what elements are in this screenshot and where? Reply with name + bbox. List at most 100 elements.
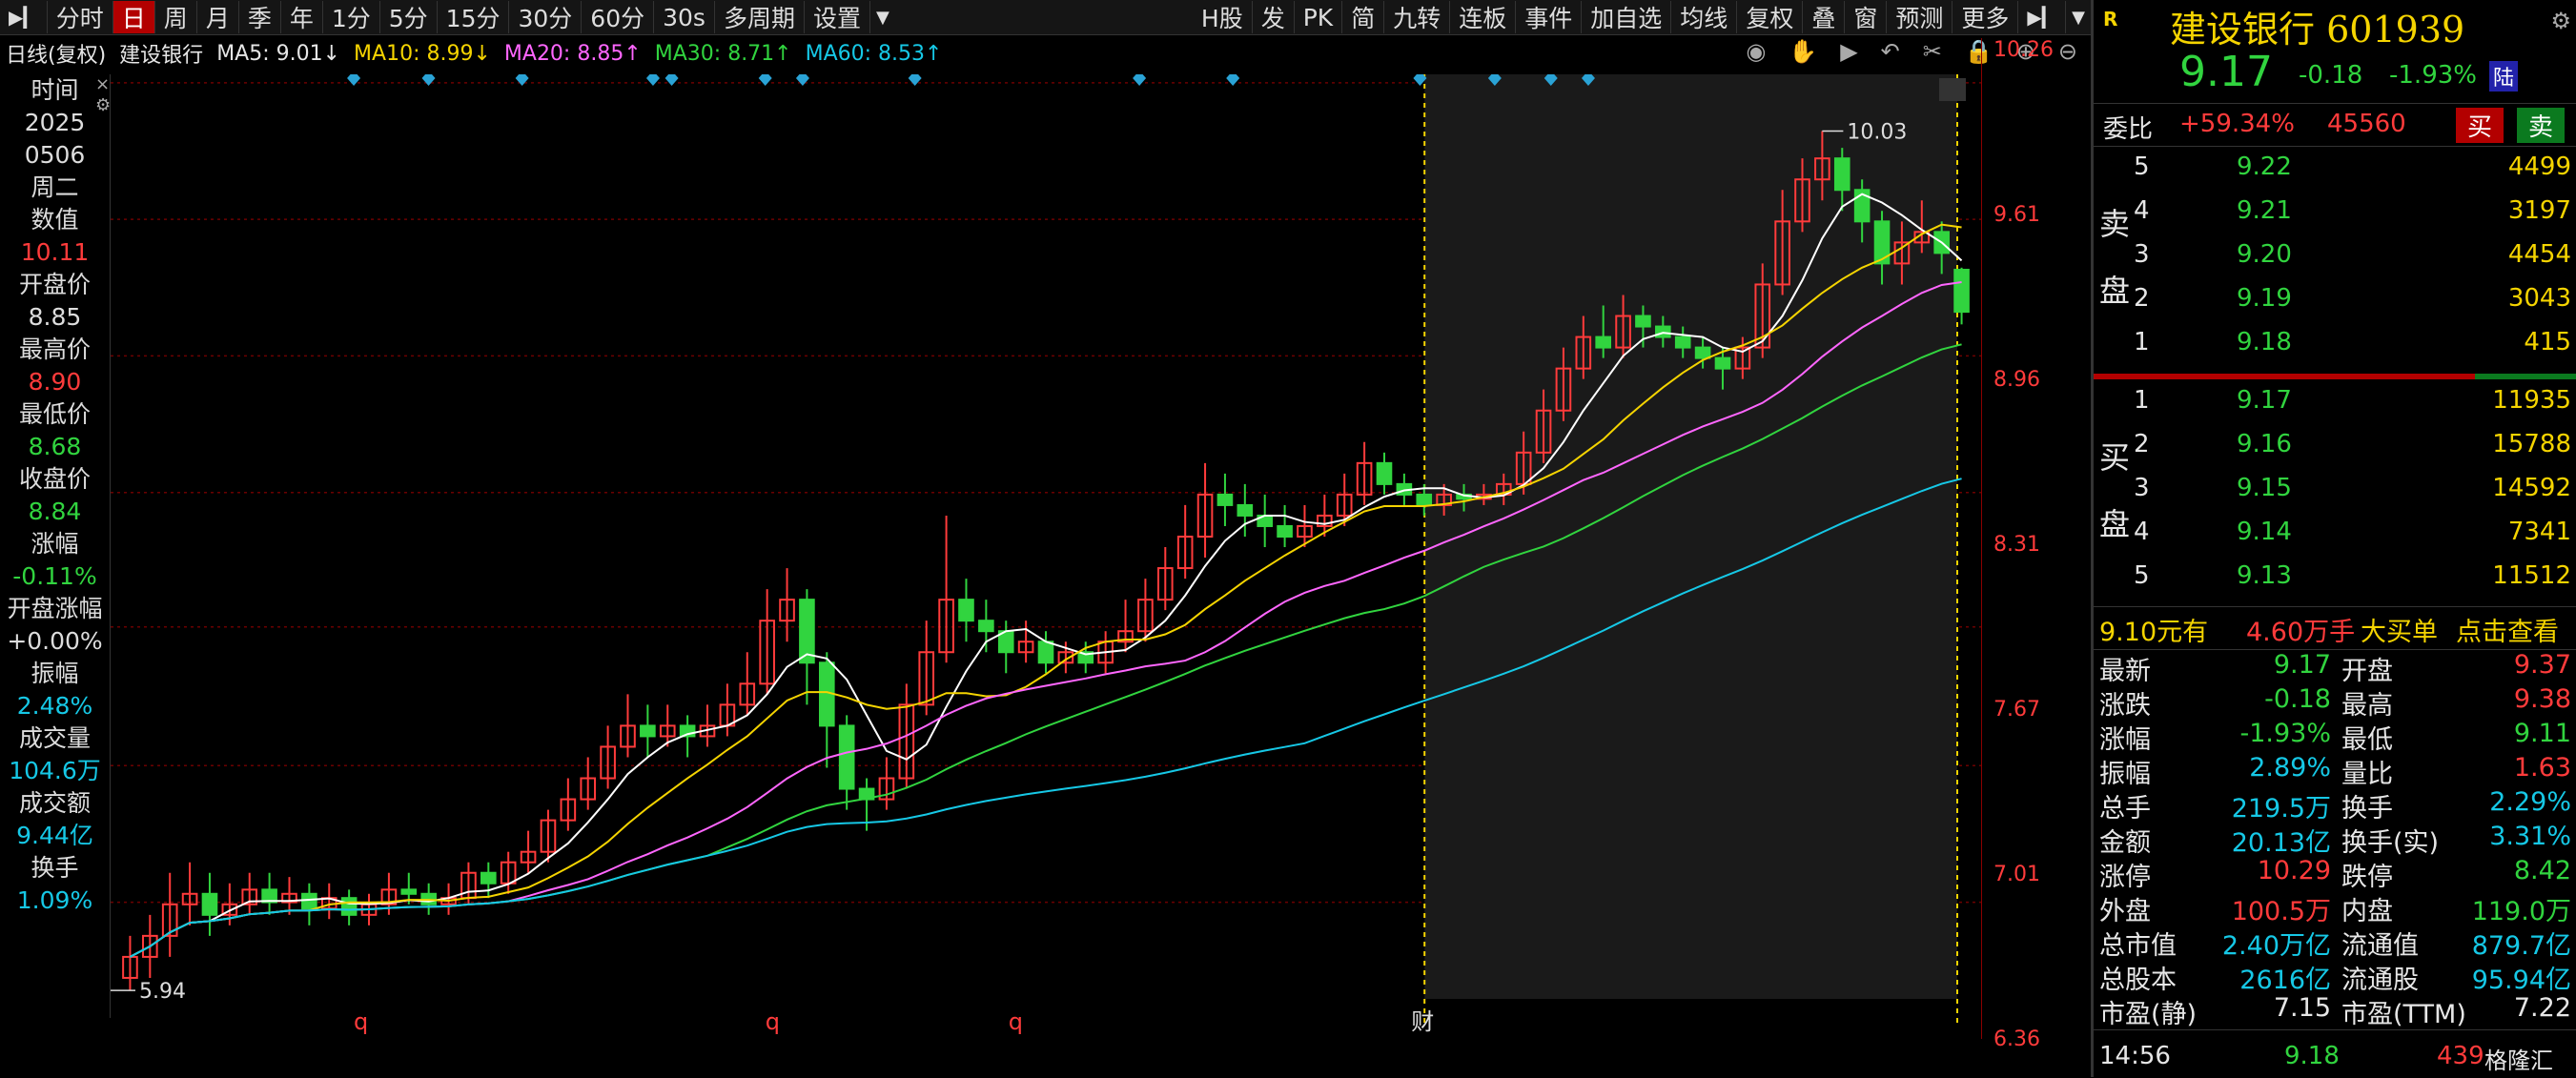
- toolbar-button-12[interactable]: 预测: [1887, 1, 1953, 33]
- toolbar-button-3[interactable]: 简: [1342, 1, 1385, 33]
- toolbar-button-9[interactable]: 复权: [1737, 1, 1804, 33]
- tab-0[interactable]: 分时: [48, 1, 113, 33]
- stat-value: 7.15: [2273, 993, 2331, 1023]
- ask-row[interactable]: 4 9.21 3197: [2094, 196, 2576, 234]
- scissors-icon[interactable]: ✂: [1923, 38, 1942, 65]
- stat-label: 振幅: [2099, 760, 2151, 789]
- hand-icon[interactable]: ✋: [1789, 38, 1817, 65]
- tab-9[interactable]: 30分: [509, 1, 583, 33]
- info-value: 2025: [24, 109, 86, 136]
- current-price: 9.17: [2179, 48, 2273, 96]
- region-close-icon[interactable]: [1939, 78, 1966, 101]
- stat-value: 9.11: [2513, 719, 2571, 748]
- stat-label: 市盈(TTM): [2341, 1000, 2466, 1029]
- big-order-row[interactable]: 9.10元有 4.60万手 大买单 点击查看: [2094, 606, 2576, 650]
- event-diamond[interactable]: [758, 74, 772, 86]
- tab-5[interactable]: 年: [281, 1, 323, 33]
- bid-row[interactable]: 5 9.13 11512: [2094, 561, 2576, 600]
- bid-price: 9.15: [2237, 474, 2292, 502]
- tab-10[interactable]: 60分: [582, 1, 655, 33]
- toolbar-button-10[interactable]: 叠: [1803, 1, 1846, 33]
- tab-12[interactable]: 多周期: [715, 1, 805, 33]
- bottom-marker-q[interactable]: q: [354, 1008, 368, 1035]
- tab-6[interactable]: 1分: [323, 1, 380, 33]
- toolbar-button-11[interactable]: 窗: [1845, 1, 1888, 33]
- settings-icon[interactable]: ⚙: [95, 95, 111, 115]
- bid-volume: 11512: [2492, 561, 2571, 590]
- ask-price: 9.20: [2237, 240, 2292, 269]
- event-diamond[interactable]: [1133, 74, 1147, 86]
- event-diamond[interactable]: [421, 74, 436, 86]
- candle-body: [958, 599, 974, 622]
- event-diamond[interactable]: [645, 74, 660, 86]
- toolbar-button-4[interactable]: 九转: [1384, 1, 1451, 33]
- undo-icon[interactable]: ↶: [1881, 38, 1900, 65]
- bid-price: 9.16: [2237, 430, 2292, 458]
- ask-row[interactable]: 3 9.20 4454: [2094, 240, 2576, 278]
- toolbar-button-2[interactable]: PK: [1295, 1, 1343, 33]
- eye-icon[interactable]: ◉: [1746, 38, 1766, 65]
- tab-7[interactable]: 5分: [380, 1, 438, 33]
- bottom-marker-cai[interactable]: 财: [1411, 1008, 1434, 1035]
- tab-3[interactable]: 月: [197, 1, 239, 33]
- gear-icon[interactable]: ⚙: [2550, 8, 2571, 34]
- toolbar-button-5[interactable]: 连板: [1450, 1, 1517, 33]
- ask-level: 5: [2134, 153, 2150, 181]
- tab-2[interactable]: 周: [155, 1, 197, 33]
- buy-button[interactable]: 买: [2456, 108, 2504, 143]
- toolbar-button-6[interactable]: 事件: [1516, 1, 1583, 33]
- expand-icon[interactable]: ▶▎: [2018, 1, 2067, 33]
- bid-row[interactable]: 3 9.15 14592: [2094, 474, 2576, 512]
- event-diamond[interactable]: [664, 74, 679, 86]
- ask-price: 9.22: [2237, 153, 2292, 181]
- tab-1[interactable]: 日: [112, 1, 155, 33]
- ask-price: 9.21: [2237, 196, 2292, 225]
- event-diamond[interactable]: [1226, 74, 1240, 86]
- tab-4[interactable]: 季: [239, 1, 281, 33]
- bid-row[interactable]: 1 9.17 11935: [2094, 386, 2576, 424]
- toolbar-button-8[interactable]: 均线: [1671, 1, 1738, 33]
- sell-button[interactable]: 卖: [2517, 108, 2566, 143]
- tab-8[interactable]: 15分: [438, 1, 510, 33]
- stock-name-label: 建设银行: [119, 44, 204, 68]
- stat-value: 20.13亿: [2231, 828, 2331, 858]
- close-icon[interactable]: ×: [95, 74, 110, 94]
- price-tick-label: 7.01: [1993, 863, 2040, 886]
- stat-value: 2616亿: [2239, 966, 2331, 995]
- chevron-down-icon[interactable]: ▼: [2066, 8, 2091, 28]
- big-order-link[interactable]: 点击查看: [2456, 611, 2559, 648]
- stat-row: 金额 20.13亿 换手(实) 3.31%: [2094, 822, 2576, 858]
- info-value: 8.90: [28, 368, 82, 396]
- period-tabs: 分时日周月季年 1分 5分 15分 30分 60分 30s 多周期 设置: [48, 1, 870, 33]
- weibi-label: 委比: [2103, 115, 2154, 144]
- event-diamond[interactable]: [515, 74, 529, 86]
- tab-11[interactable]: 30s: [654, 1, 715, 33]
- bottom-marker-q[interactable]: q: [766, 1008, 780, 1035]
- event-diamond[interactable]: [908, 74, 922, 86]
- candle-body: [1694, 346, 1711, 359]
- chart-mode-label[interactable]: 日线(复权): [6, 38, 106, 69]
- weibi-row: 委比 +59.34% 45560 买 卖: [2094, 103, 2576, 147]
- tab-13[interactable]: 设置: [805, 1, 870, 33]
- candlestick-chart[interactable]: 10.03 5.94 q q q 财: [111, 74, 1981, 1037]
- ask-row[interactable]: 2 9.19 3043: [2094, 284, 2576, 322]
- tick-volume: 439: [2437, 1042, 2484, 1070]
- ask-row[interactable]: 5 9.22 4499: [2094, 153, 2576, 191]
- bottom-marker-q[interactable]: q: [1009, 1008, 1023, 1035]
- sidebar-toggle-icon[interactable]: ▶▎: [0, 1, 48, 33]
- bid-row[interactable]: 2 9.16 15788: [2094, 430, 2576, 468]
- event-diamond[interactable]: [347, 74, 361, 86]
- ask-row[interactable]: 1 9.18 415: [2094, 328, 2576, 366]
- toolbar-button-13[interactable]: 更多: [1952, 1, 2019, 33]
- toolbar-button-1[interactable]: 发: [1253, 1, 1295, 33]
- chevron-down-icon[interactable]: ▼: [870, 8, 895, 28]
- bid-row[interactable]: 4 9.14 7341: [2094, 518, 2576, 556]
- toolbar-button-0[interactable]: H股: [1193, 1, 1253, 33]
- stat-label: 市盈(静): [2099, 1000, 2198, 1029]
- stat-row: 市盈(静) 7.15 市盈(TTM) 7.22: [2094, 993, 2576, 1029]
- high-label: 10.03: [1847, 121, 1907, 145]
- event-diamond[interactable]: [795, 74, 809, 86]
- play-icon[interactable]: ▶: [1840, 38, 1857, 65]
- toolbar-button-7[interactable]: 加自选: [1582, 1, 1672, 33]
- stat-value: 3.31%: [2489, 822, 2571, 851]
